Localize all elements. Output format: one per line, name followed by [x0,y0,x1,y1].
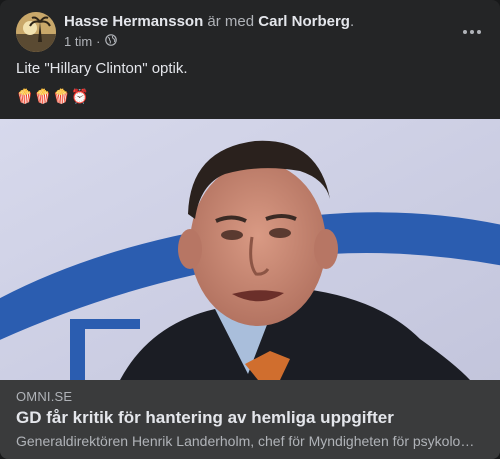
period: . [349,13,355,30]
more-options-icon[interactable] [460,20,484,44]
link-image[interactable] [0,119,500,380]
post-header: Hasse Hermansson är med Carl Norberg. 1 … [16,12,484,52]
post-time[interactable]: 1 tim [64,34,92,49]
with-text: är med [203,13,259,30]
link-title[interactable]: GD får kritik för hantering av hemliga u… [16,408,394,428]
author-name[interactable]: Hasse Hermansson [64,13,203,30]
post-meta: 1 tim · [64,34,117,49]
link-description: Generaldirektören Henrik Landerholm, che… [16,433,476,449]
author-line: Hasse Hermansson är med Carl Norberg. [64,13,354,30]
link-preview[interactable]: OMNI.SE GD får kritik för hantering av h… [0,380,500,459]
post-emojis: 🍿🍿🍿⏰ [16,88,90,104]
meta-separator: · [96,34,101,49]
link-domain: OMNI.SE [16,389,73,404]
post-text: Lite "Hillary Clinton" optik. [16,60,188,77]
post-card: Hasse Hermansson är med Carl Norberg. 1 … [0,0,500,459]
globe-icon[interactable] [104,34,117,49]
tagged-person[interactable]: Carl Norberg [258,13,350,30]
avatar[interactable] [16,12,56,52]
